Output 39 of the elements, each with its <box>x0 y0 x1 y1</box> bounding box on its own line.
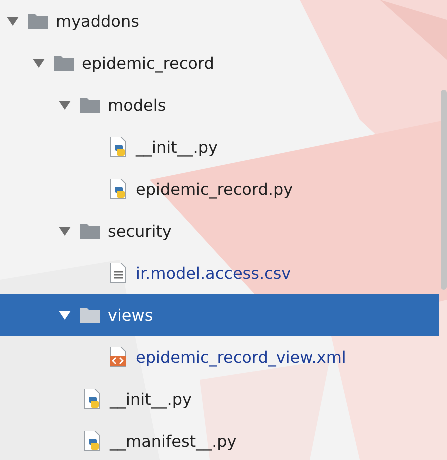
folder-icon <box>54 55 74 71</box>
folder-icon <box>28 13 48 29</box>
expand-arrow-icon[interactable] <box>32 56 46 70</box>
expand-arrow-icon[interactable] <box>58 308 72 322</box>
tree-item-label: ir.model.access.csv <box>136 264 292 282</box>
expand-arrow-icon[interactable] <box>58 224 72 238</box>
tree-item-label: security <box>108 222 172 240</box>
tree-item-label: views <box>108 306 154 324</box>
folder-icon <box>80 307 100 323</box>
tree-item[interactable]: security <box>0 210 439 252</box>
tree-item-label: epidemic_record.py <box>136 180 294 198</box>
tree-item-label: models <box>108 96 166 114</box>
tree-item[interactable]: myaddons <box>0 0 439 42</box>
text-file-icon <box>110 263 128 283</box>
python-file-icon <box>84 431 102 451</box>
tree-item-label: epidemic_record_view.xml <box>136 348 346 366</box>
tree-item[interactable]: epidemic_record.py <box>0 168 439 210</box>
tree-item-label: myaddons <box>56 12 140 30</box>
tree-item-label: __init__.py <box>110 390 192 408</box>
tree-item[interactable]: __init__.py <box>0 126 439 168</box>
python-file-icon <box>110 137 128 157</box>
xml-file-icon <box>110 347 128 367</box>
folder-icon <box>80 97 100 113</box>
tree-item[interactable]: epidemic_record <box>0 42 439 84</box>
tree-item-label: __manifest__.py <box>110 432 237 450</box>
tree-item[interactable]: models <box>0 84 439 126</box>
folder-icon <box>80 223 100 239</box>
expand-arrow-icon[interactable] <box>58 98 72 112</box>
expand-arrow-icon[interactable] <box>6 14 20 28</box>
tree-item[interactable]: views <box>0 294 439 336</box>
python-file-icon <box>84 389 102 409</box>
tree-item[interactable]: ir.model.access.csv <box>0 252 439 294</box>
tree-item[interactable]: __manifest__.py <box>0 420 439 460</box>
python-file-icon <box>110 179 128 199</box>
tree-item[interactable]: __init__.py <box>0 378 439 420</box>
tree-item-label: epidemic_record <box>82 54 214 72</box>
tree-item[interactable]: epidemic_record_view.xml <box>0 336 439 378</box>
tree-item-label: __init__.py <box>136 138 218 156</box>
scrollbar-thumb[interactable] <box>441 90 447 290</box>
